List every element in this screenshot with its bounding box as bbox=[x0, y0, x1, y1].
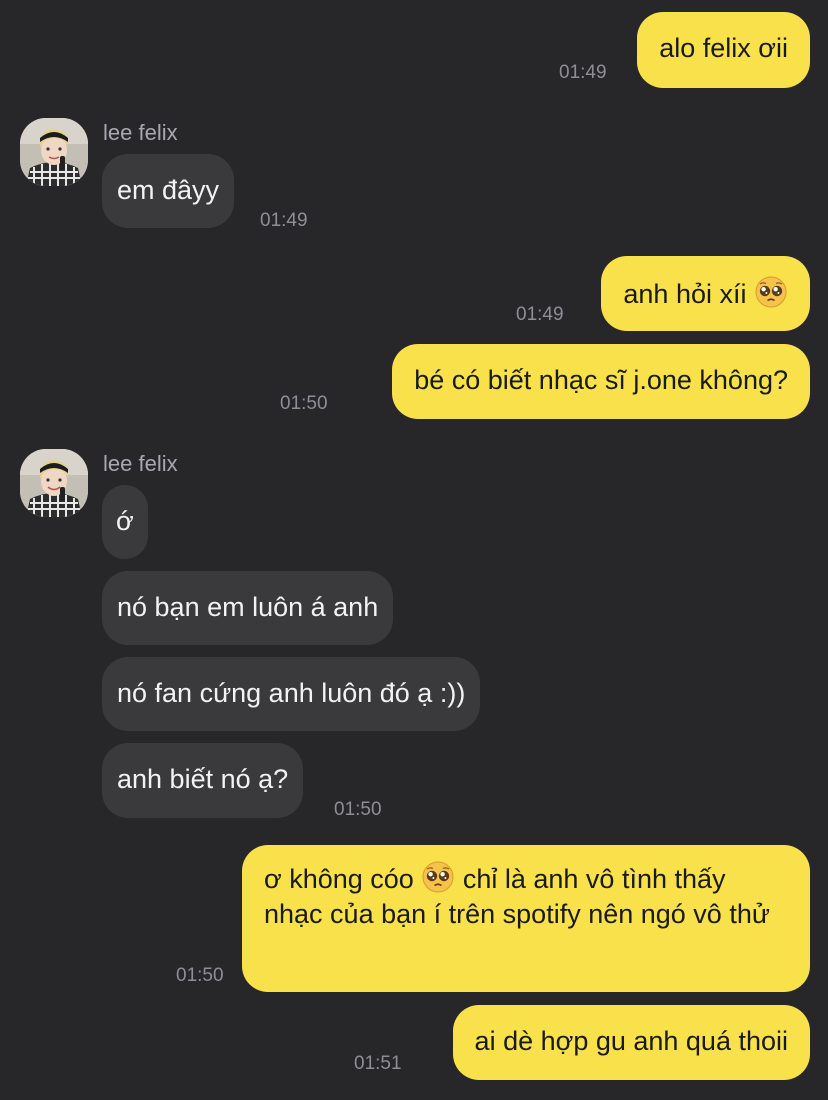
sender-name: lee felix bbox=[103, 120, 178, 145]
contact-avatar[interactable] bbox=[20, 449, 88, 517]
outgoing-message-bubble[interactable]: alo felix ơii bbox=[637, 12, 810, 88]
message-timestamp: 01:49 bbox=[559, 62, 607, 83]
message-text: nó bạn em luôn á anh bbox=[117, 592, 379, 622]
message-text: em đâyy bbox=[117, 175, 220, 205]
message-text: ai dè hợp gu anh quá thoii bbox=[474, 1026, 788, 1056]
incoming-message-bubble[interactable]: nó bạn em luôn á anh bbox=[102, 571, 394, 645]
profile-photo-icon bbox=[20, 118, 88, 186]
message-timestamp: 01:49 bbox=[516, 304, 564, 325]
sender-name: lee felix bbox=[103, 451, 178, 476]
message-text: nó fan cứng anh luôn đó ạ :)) bbox=[117, 678, 466, 708]
outgoing-message-bubble[interactable]: ơ không cóo chỉ là anh vô tình thấy nhạc… bbox=[242, 845, 810, 992]
message-text: anh hỏi xíi bbox=[623, 279, 747, 309]
contact-avatar[interactable] bbox=[20, 118, 88, 186]
message-timestamp: 01:49 bbox=[260, 210, 308, 231]
pleading-face-icon bbox=[421, 860, 455, 894]
pleading-face-icon bbox=[754, 275, 788, 309]
chat-thread: alo felix ơii 01:49 lee felix em đâyy 01… bbox=[0, 0, 828, 1100]
message-timestamp: 01:50 bbox=[334, 799, 382, 820]
message-text: ơ không cóo bbox=[264, 864, 414, 894]
message-timestamp: 01:50 bbox=[280, 393, 328, 414]
incoming-message-bubble[interactable]: em đâyy bbox=[102, 154, 235, 228]
profile-photo-icon bbox=[20, 449, 88, 517]
outgoing-message-bubble[interactable]: ai dè hợp gu anh quá thoii bbox=[452, 1005, 810, 1080]
message-text: alo felix ơii bbox=[659, 33, 788, 63]
incoming-message-bubble[interactable]: anh biết nó ạ? bbox=[102, 743, 304, 818]
message-text: bé có biết nhạc sĩ j.one không? bbox=[414, 365, 788, 395]
message-timestamp: 01:50 bbox=[176, 965, 224, 986]
outgoing-message-bubble[interactable]: anh hỏi xíi bbox=[601, 256, 810, 331]
incoming-message-bubble[interactable]: ớ bbox=[102, 485, 148, 559]
incoming-message-bubble[interactable]: nó fan cứng anh luôn đó ạ :)) bbox=[102, 657, 481, 731]
message-text: ớ bbox=[116, 506, 134, 536]
outgoing-message-bubble[interactable]: bé có biết nhạc sĩ j.one không? bbox=[392, 344, 810, 419]
message-timestamp: 01:51 bbox=[354, 1053, 402, 1074]
message-text: anh biết nó ạ? bbox=[117, 764, 289, 794]
